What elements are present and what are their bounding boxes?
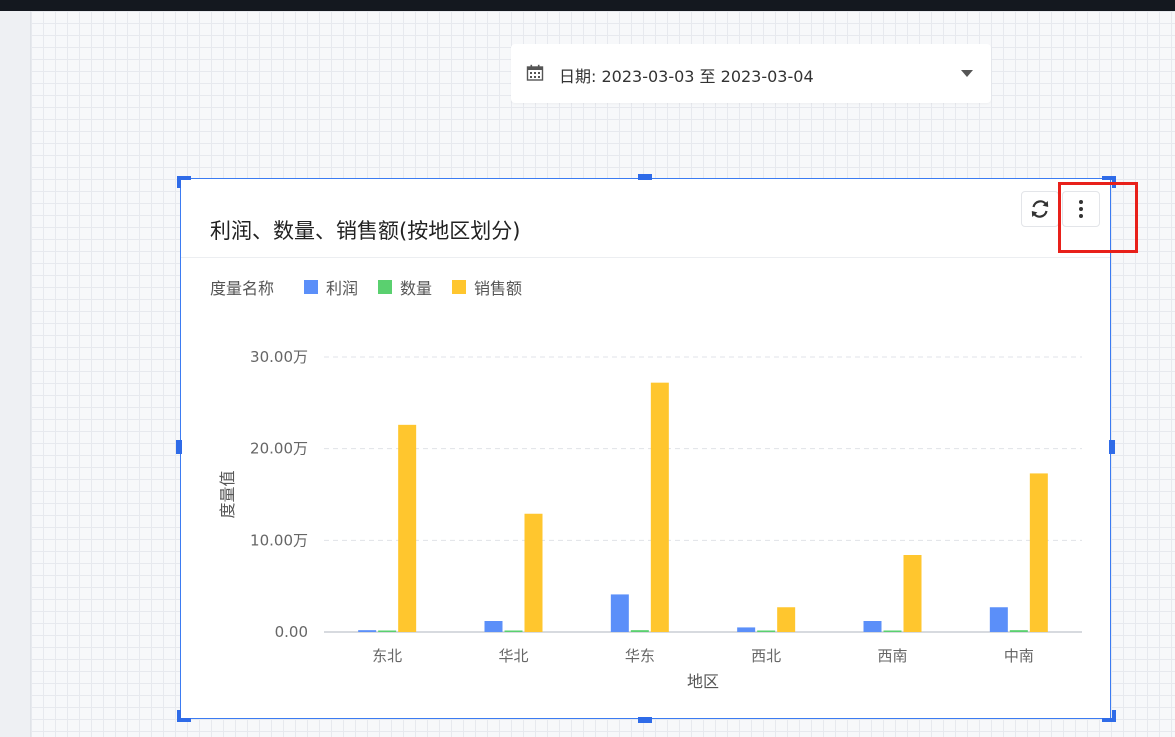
bar <box>757 630 776 632</box>
y-tick-label: 30.00万 <box>250 348 308 366</box>
resize-handle-right[interactable] <box>1109 440 1115 454</box>
y-tick-label: 20.00万 <box>250 440 308 458</box>
bar <box>358 630 377 632</box>
x-tick-label: 华东 <box>625 647 655 665</box>
bar <box>398 424 417 632</box>
left-panel-edge <box>0 11 31 737</box>
resize-handle-tl[interactable] <box>177 176 181 188</box>
x-tick-label: 中南 <box>1004 647 1034 665</box>
resize-handle-bottom[interactable] <box>638 717 652 723</box>
bar <box>650 382 669 632</box>
y-tick-label: 10.00万 <box>250 531 308 549</box>
highlight-annotation <box>1058 182 1138 253</box>
bar <box>524 513 543 632</box>
y-tick-label: 0.00 <box>275 623 308 641</box>
y-axis-title: 度量值 <box>218 470 237 518</box>
bar <box>777 607 796 632</box>
chart-widget[interactable]: 利润、数量、销售额(按地区划分) 度量名称 利润 数量 销售额 0.00 10.… <box>180 178 1111 719</box>
bar <box>989 607 1008 632</box>
bar <box>737 627 756 632</box>
bar <box>378 630 397 632</box>
resize-handle-bl[interactable] <box>177 710 181 722</box>
x-axis-title: 地区 <box>687 672 719 691</box>
date-range-text: 日期: 2023-03-03 至 2023-03-04 <box>559 67 814 86</box>
bar <box>903 555 922 632</box>
bar <box>883 630 902 632</box>
bar <box>1009 630 1028 632</box>
x-tick-label: 东北 <box>372 647 402 665</box>
bar <box>1029 473 1048 632</box>
top-bar <box>0 0 1175 11</box>
date-range-filter[interactable]: 日期: 2023-03-03 至 2023-03-04 <box>511 44 991 103</box>
resize-handle-top[interactable] <box>638 174 652 180</box>
bar <box>484 621 503 632</box>
bar <box>863 621 882 632</box>
resize-handle-left[interactable] <box>176 440 182 454</box>
bar <box>630 630 649 632</box>
x-tick-label: 西南 <box>877 647 907 665</box>
bar <box>610 594 629 632</box>
chevron-down-icon[interactable] <box>961 70 973 77</box>
x-tick-label: 西北 <box>751 647 781 665</box>
resize-handle-br[interactable] <box>1112 710 1116 722</box>
bar-chart: 0.00 10.00万 20.00万 30.00万东北 华北 华东 西北 西南 中南地区 度量值 <box>218 348 1082 691</box>
calendar-icon <box>526 64 544 81</box>
bar <box>504 630 523 632</box>
x-tick-label: 华北 <box>498 647 528 665</box>
